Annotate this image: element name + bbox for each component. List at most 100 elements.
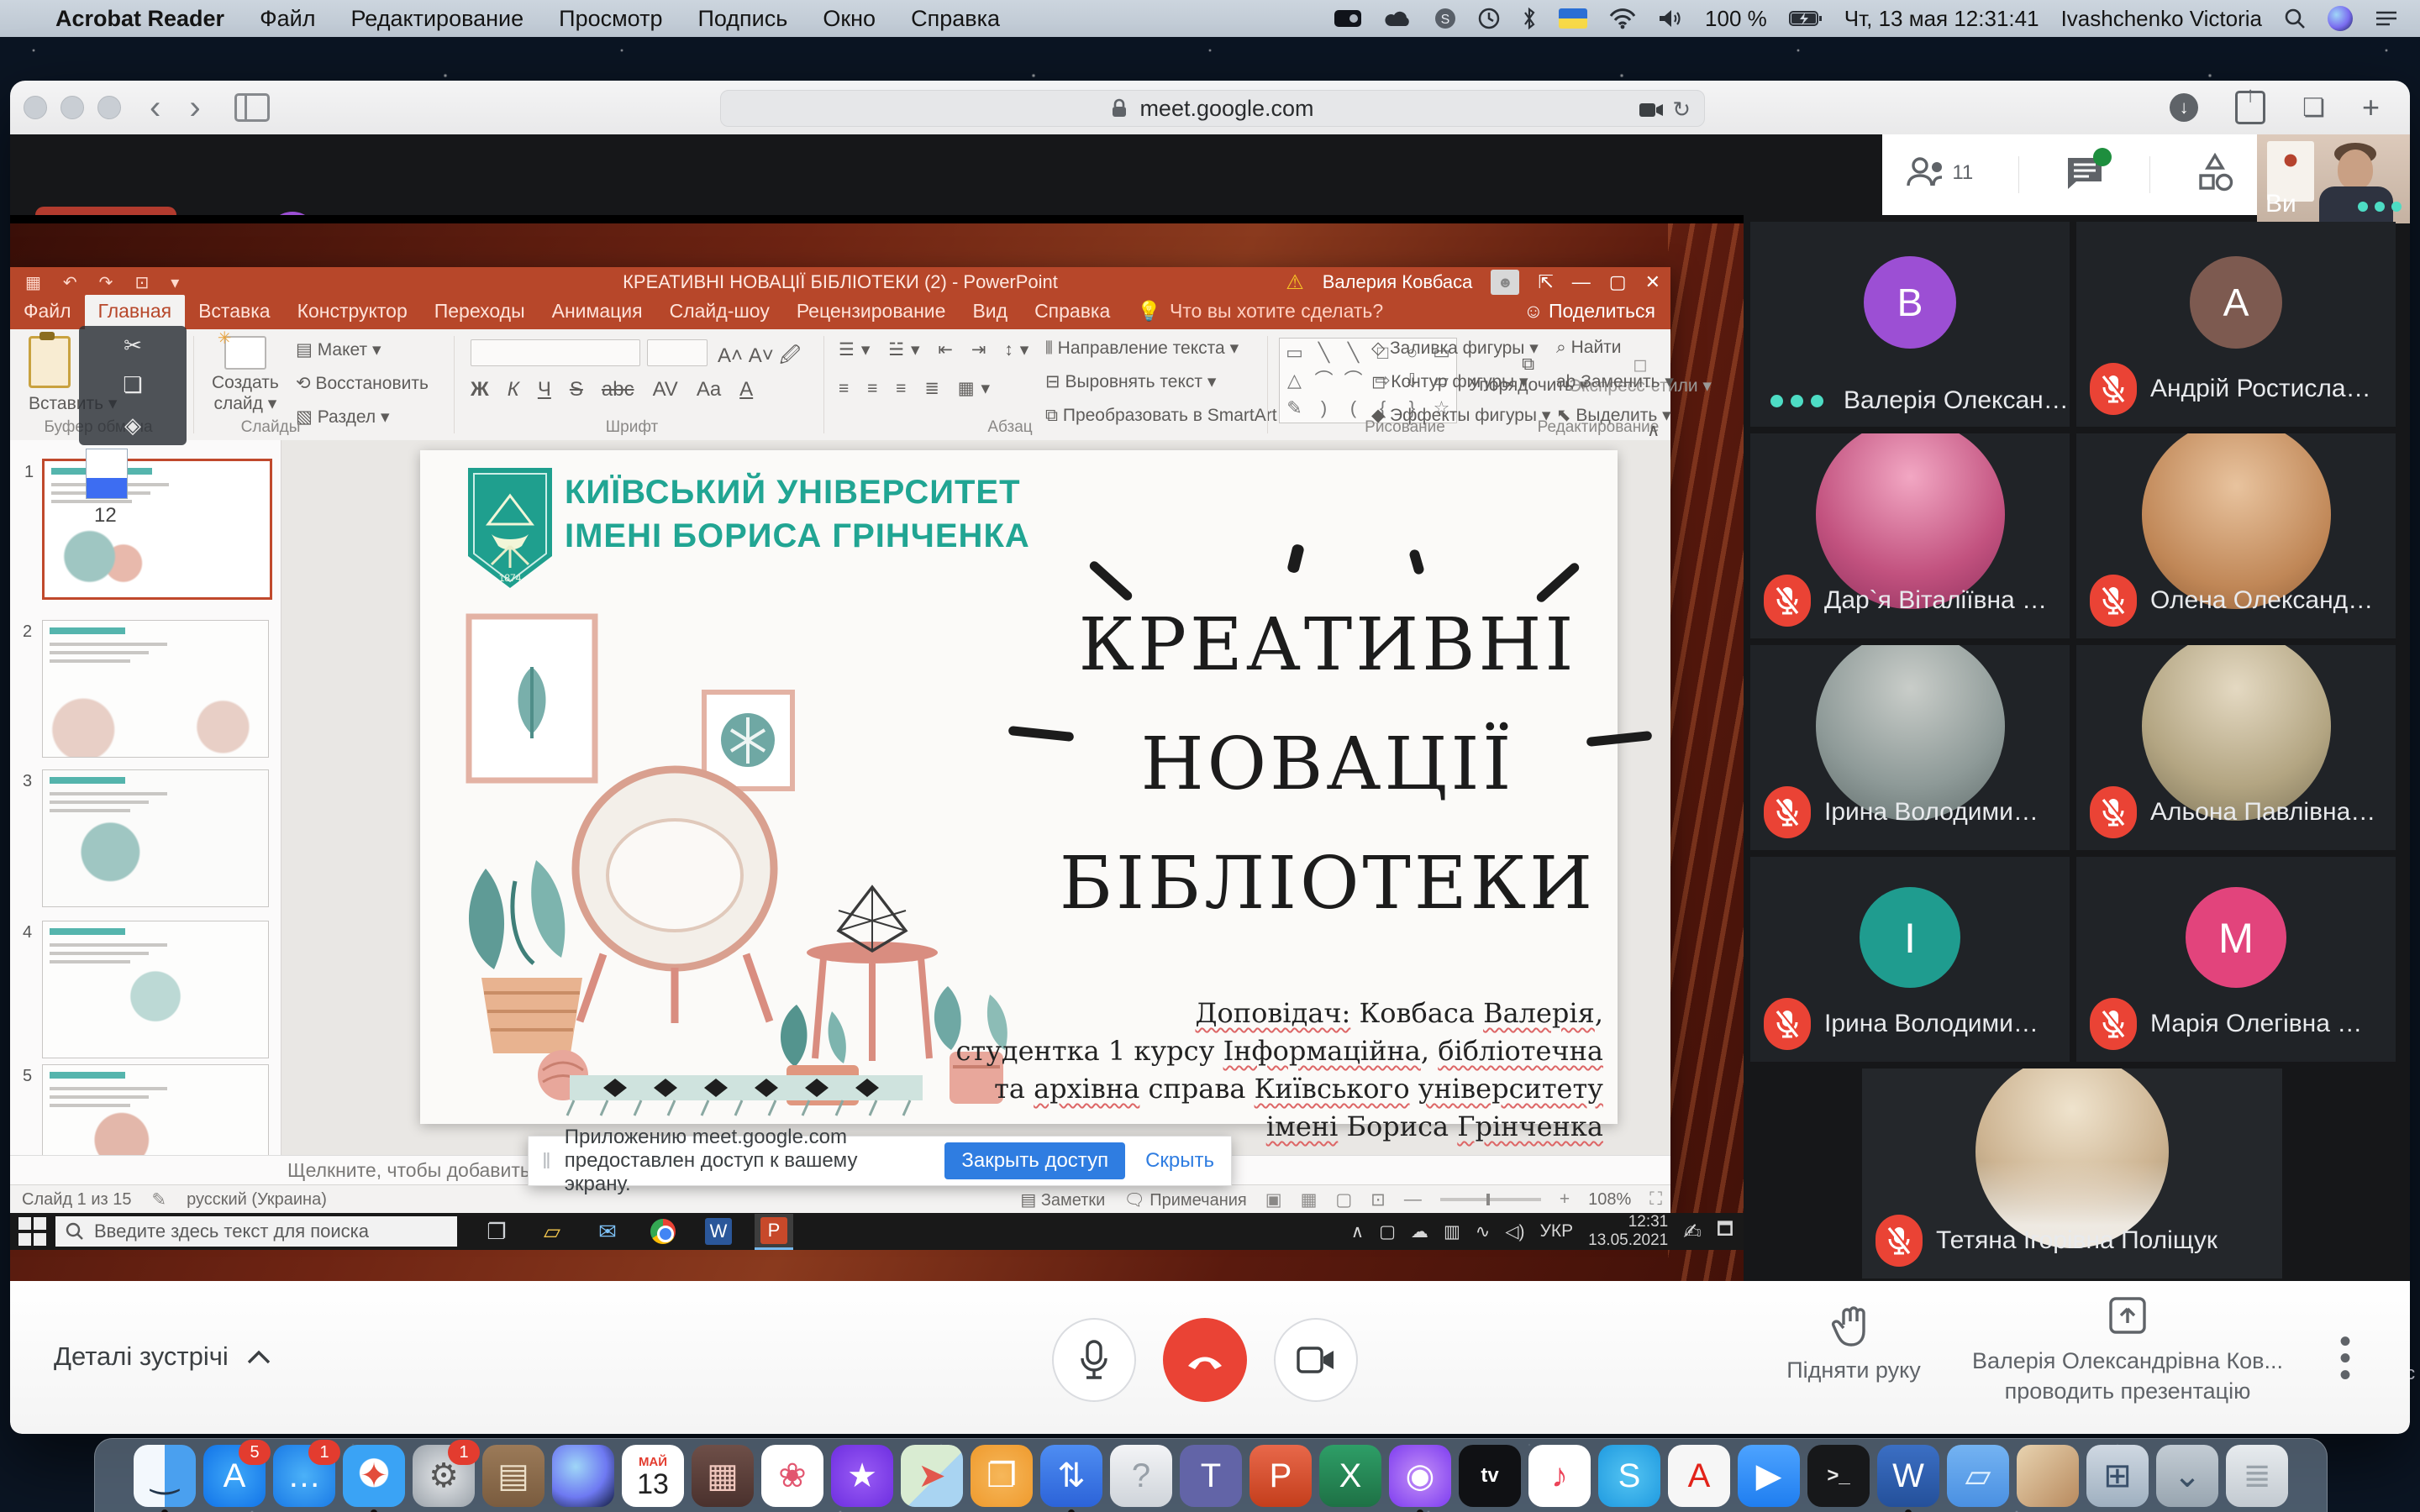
downloads-icon[interactable]: ↓	[2170, 93, 2198, 122]
dock-podcasts[interactable]: ◉	[1389, 1445, 1451, 1507]
camera-active-icon[interactable]	[1639, 101, 1664, 119]
replace-button[interactable]: ab Заменить ▾	[1556, 371, 1674, 392]
mic-toggle-button[interactable]	[1052, 1318, 1136, 1402]
dock-terminal[interactable]: >_	[1807, 1445, 1870, 1507]
ppt-tab-справка[interactable]: Справка	[1021, 295, 1123, 329]
copy-icon[interactable]: ❏	[123, 372, 142, 398]
participant-tile[interactable]: BВалерія Олександрі...	[1750, 222, 2070, 427]
reset-button[interactable]: ⟲ Восстановить	[296, 373, 429, 394]
slide-sorter-icon[interactable]: ▦	[1301, 1189, 1318, 1210]
font-style-А[interactable]: А	[739, 378, 753, 402]
zoom-window-button[interactable]	[97, 96, 121, 119]
grow-font-button[interactable]: А˄ А˅ 🖉	[718, 341, 801, 375]
participant-tile[interactable]: Ірина Володимирів...	[1750, 645, 2070, 850]
floating-clipboard-panel[interactable]: ✂ ❏ ◈	[79, 326, 187, 445]
menu-item-окно[interactable]: Окно	[823, 6, 876, 32]
dock-app-store[interactable]: A5	[203, 1445, 266, 1507]
dock-system-preferences[interactable]: ⚙1	[413, 1445, 475, 1507]
chat-button[interactable]	[2065, 155, 2105, 196]
screen-record-icon[interactable]	[1334, 8, 1362, 29]
windows-search-box[interactable]: Введите здесь текст для поиска	[55, 1216, 457, 1247]
participant-tile[interactable]: ІІрина Володимирів...	[1750, 857, 2070, 1062]
dock-safari[interactable]: ✦	[343, 1445, 405, 1507]
slide-thumbnail-1[interactable]: 1	[42, 459, 272, 600]
drag-handle-icon[interactable]: ‖	[542, 1148, 551, 1174]
back-button[interactable]: ‹	[150, 91, 160, 124]
dock-unarchiver[interactable]: ⇅	[1040, 1445, 1102, 1507]
ppt-tab-вид[interactable]: Вид	[959, 295, 1021, 329]
ppt-account-name[interactable]: Валерия Ковбаса	[1323, 271, 1473, 293]
sidebar-toggle-icon[interactable]	[234, 93, 270, 122]
dock-maps[interactable]: ➤	[901, 1445, 963, 1507]
collapse-ribbon-icon[interactable]: ∧	[1647, 420, 1660, 441]
slide-thumbnail-4[interactable]: 4	[42, 921, 269, 1058]
siri-icon[interactable]	[2328, 6, 2353, 31]
forward-button[interactable]: ›	[189, 91, 200, 124]
chrome-button[interactable]	[644, 1215, 682, 1248]
list-buttons[interactable]: ☰▾ ☱▾ ⇤ ⇥ ↕▾	[839, 339, 1035, 360]
notes-toggle[interactable]: ▤ Заметки	[1020, 1189, 1105, 1210]
slide-thumbnail-3[interactable]: 3	[42, 769, 269, 907]
raise-hand-button[interactable]: Підняти руку	[1780, 1303, 1928, 1383]
format-painter-icon[interactable]: ◈	[124, 412, 141, 438]
fit-slide-icon[interactable]: ⛶	[1649, 1189, 1662, 1210]
slideshow-view-icon[interactable]: ⊡	[1370, 1189, 1386, 1210]
menu-item-просмотр[interactable]: Просмотр	[559, 6, 662, 32]
spotlight-search-icon[interactable]	[2284, 8, 2306, 29]
skype-status-icon[interactable]: S	[1434, 8, 1456, 29]
participants-button[interactable]: 11	[1905, 155, 1973, 195]
ppt-tab-переходы[interactable]: Переходы	[421, 295, 539, 329]
share-icon[interactable]: ↑	[2235, 91, 2265, 124]
font-style-AV[interactable]: AV	[653, 378, 678, 402]
tray-expand-icon[interactable]: ∧	[1351, 1221, 1364, 1242]
tray-network-icon[interactable]: ∿	[1476, 1221, 1491, 1242]
meeting-details-button[interactable]: Деталі зустрічі	[54, 1341, 271, 1372]
dock-help[interactable]: ?	[1110, 1445, 1172, 1507]
hide-button[interactable]: Скрыть	[1145, 1149, 1214, 1173]
control-center-icon[interactable]	[2375, 9, 2398, 28]
menu-item-файл[interactable]: Файл	[260, 6, 315, 32]
new-slide-button[interactable]: Создатьслайд ▾	[212, 336, 279, 414]
ppt-account-avatar[interactable]: ☻	[1491, 270, 1519, 295]
slide-canvas[interactable]: 1874 КИЇВСЬКИЙ УНІВЕРСИТЕТ ІМЕНІ БОРИСА …	[420, 450, 1618, 1124]
dock-contacts[interactable]: ▤	[482, 1445, 544, 1507]
volume-icon[interactable]	[1658, 8, 1683, 29]
dock-excel[interactable]: X	[1319, 1445, 1381, 1507]
dock-photo-file[interactable]	[2017, 1445, 2079, 1507]
participant-tile[interactable]: ААндрій Ростиславо...	[2076, 222, 2396, 427]
font-name-select[interactable]	[471, 339, 640, 366]
spell-check-icon[interactable]: ✎	[151, 1189, 166, 1210]
participant-tile[interactable]: Олена Олександрів...	[2076, 433, 2396, 638]
slide-thumbnail-2[interactable]: 2	[42, 620, 269, 758]
stop-sharing-button[interactable]: Закрыть доступ	[944, 1142, 1125, 1179]
warning-icon[interactable]: ⚠	[1286, 270, 1304, 295]
new-tab-icon[interactable]: +	[2362, 90, 2380, 125]
participant-tile[interactable]: Дар`я Віталіївна Ле...	[1750, 433, 2070, 638]
align-buttons[interactable]: ≡ ≡ ≡ ≣ ▦▾	[839, 378, 997, 399]
dock-books[interactable]: ❐	[971, 1445, 1033, 1507]
address-bar[interactable]: meet.google.com ↻	[720, 90, 1705, 127]
align-text-button[interactable]: ⊟ Выровнять текст ▾	[1045, 371, 1216, 392]
task-view-button[interactable]: ❐	[477, 1215, 516, 1248]
shape-outline-button[interactable]: ◻ Контур фигуры ▾	[1371, 371, 1528, 392]
participant-tile[interactable]: ММарія Олегівна Скр...	[2076, 857, 2396, 1062]
zoom-slider[interactable]	[1440, 1198, 1541, 1201]
mail-button[interactable]: ✉	[588, 1215, 627, 1248]
font-style-Ж[interactable]: Ж	[471, 378, 489, 402]
self-view-menu-icon[interactable]	[2358, 202, 2402, 212]
font-style-abc[interactable]: abc	[602, 378, 634, 402]
participant-tile[interactable]: Тетяна Ігорівна Поліщук	[1862, 1068, 2282, 1278]
find-button[interactable]: ⌕ Найти	[1556, 338, 1622, 358]
tray-onedrive-icon[interactable]: ☁	[1411, 1221, 1428, 1242]
tray-device-icon[interactable]: ▢	[1379, 1221, 1396, 1242]
dock-apple-tv[interactable]: tv	[1459, 1445, 1521, 1507]
zoom-out-icon[interactable]: —	[1404, 1189, 1422, 1210]
cloud-icon[interactable]	[1384, 9, 1413, 28]
minimize-window-button[interactable]	[60, 96, 84, 119]
file-explorer-button[interactable]: ▱	[533, 1215, 571, 1248]
language-label[interactable]: русский (Украина)	[187, 1190, 327, 1210]
font-style-Ч[interactable]: Ч	[538, 378, 551, 402]
menu-item-справка[interactable]: Справка	[911, 6, 1000, 32]
zoom-in-icon[interactable]: +	[1560, 1189, 1570, 1210]
menu-clock[interactable]: Чт, 13 мая 12:31:41	[1844, 6, 2039, 32]
